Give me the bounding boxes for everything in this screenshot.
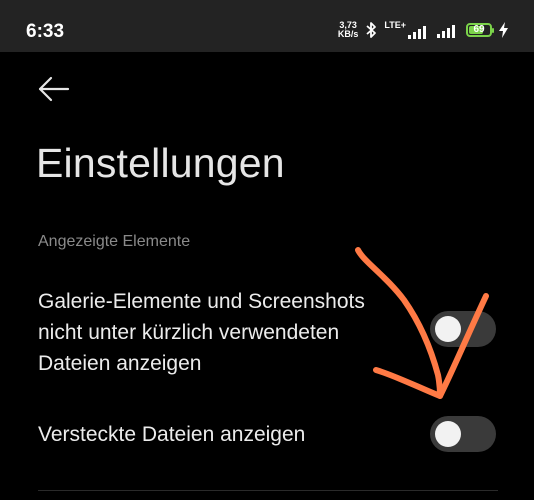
battery-icon: 69 bbox=[466, 23, 494, 37]
toggle-knob bbox=[435, 316, 461, 342]
battery-level-text: 69 bbox=[473, 24, 485, 35]
toggle-knob bbox=[435, 421, 461, 447]
setting-show-hidden-files[interactable]: Versteckte Dateien anzeigen bbox=[0, 412, 534, 460]
status-bar: 6:33 3,73 KB/s LTE+ 69 bbox=[0, 0, 534, 52]
show-hidden-files-toggle[interactable] bbox=[430, 416, 496, 452]
network-type-label: LTE+ bbox=[384, 20, 406, 30]
network-speed: 3,73 KB/s bbox=[338, 21, 359, 39]
charging-icon bbox=[499, 22, 508, 38]
signal-icon bbox=[408, 26, 426, 39]
lte-signal: LTE+ bbox=[384, 21, 430, 39]
page-title: Einstellungen bbox=[36, 140, 285, 186]
setting-label: Versteckte Dateien anzeigen bbox=[38, 423, 306, 446]
bluetooth-icon bbox=[366, 22, 377, 38]
divider bbox=[38, 490, 498, 491]
status-icons: 3,73 KB/s LTE+ 69 bbox=[338, 19, 508, 41]
status-time: 6:33 bbox=[26, 21, 65, 42]
setting-hide-gallery-items[interactable]: Galerie-Elemente und Screenshots nicht u… bbox=[0, 286, 534, 381]
hide-gallery-toggle[interactable] bbox=[430, 311, 496, 347]
back-arrow-icon[interactable] bbox=[36, 74, 72, 104]
network-speed-unit: KB/s bbox=[337, 29, 359, 39]
section-header: Angezeigte Elemente bbox=[38, 233, 191, 250]
setting-label: Galerie-Elemente und Screenshots nicht u… bbox=[38, 290, 365, 375]
signal-icon bbox=[437, 25, 455, 38]
